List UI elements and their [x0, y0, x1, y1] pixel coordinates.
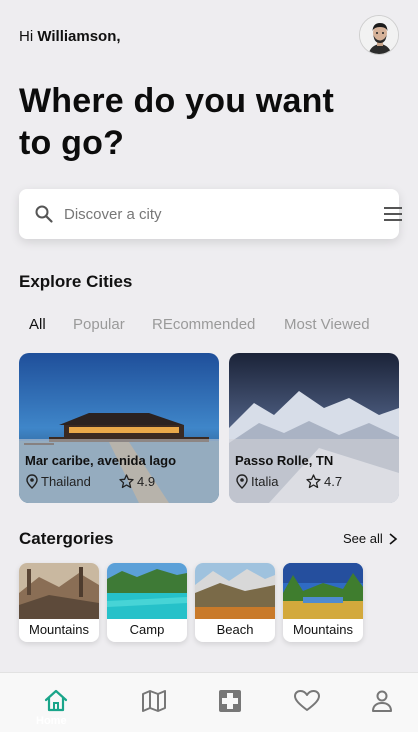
- tab-all[interactable]: All: [29, 316, 46, 333]
- explore-cities-title: Explore Cities: [19, 272, 133, 291]
- location-pin-icon: [26, 474, 38, 489]
- category-label: Beach: [216, 622, 254, 637]
- tab-popular[interactable]: Popular: [73, 316, 125, 333]
- category-card[interactable]: Mountains: [283, 563, 363, 642]
- nav-profile[interactable]: [366, 683, 396, 723]
- plus-square-icon: [219, 690, 241, 712]
- greeting-prefix: Hi: [19, 28, 38, 45]
- category-photo-beach: [195, 563, 275, 619]
- city-name: Mar caribe, avenida lago: [25, 453, 177, 468]
- city-location: Thailand: [26, 474, 91, 489]
- star-icon: [119, 474, 134, 489]
- city-rating-value: 4.7: [324, 474, 343, 489]
- user-name: Williamson,: [37, 28, 121, 45]
- chevron-right-icon: [389, 532, 397, 545]
- category-label: Camp: [129, 622, 165, 637]
- category-photo-mountains: [19, 563, 99, 619]
- city-rating: 4.7: [306, 474, 342, 489]
- category-photo-lake: [283, 563, 363, 619]
- search-input[interactable]: [64, 201, 344, 227]
- city-rating: 4.9: [119, 474, 155, 489]
- nav-favorites[interactable]: [290, 683, 320, 723]
- user-icon: [372, 690, 392, 712]
- nav-add[interactable]: [214, 683, 244, 723]
- city-location-text: Italia: [251, 474, 279, 489]
- city-location: Italia: [236, 474, 278, 489]
- categories-title: Catergories: [19, 529, 114, 548]
- category-card[interactable]: Mountains: [19, 563, 99, 642]
- card-info-overlay: [19, 439, 219, 503]
- headline-line-1: Where do you want: [19, 82, 335, 120]
- greeting: Hi Williamson,: [19, 28, 121, 45]
- location-pin-icon: [236, 474, 248, 489]
- see-all-link[interactable]: See all: [343, 531, 399, 546]
- star-icon: [306, 474, 321, 489]
- home-icon: [44, 689, 68, 712]
- see-all-label: See all: [343, 531, 383, 546]
- nav-home-label: Home: [36, 715, 67, 727]
- avatar-portrait: [360, 16, 398, 54]
- city-name: Passo Rolle, TN: [235, 453, 334, 468]
- city-card[interactable]: Mar caribe, avenida lago Thailand 4.9: [19, 353, 219, 503]
- headline-line-2: to go?: [19, 124, 125, 162]
- heart-icon: [294, 690, 320, 711]
- bottom-navigation: Home: [0, 672, 418, 732]
- avatar[interactable]: [359, 15, 399, 55]
- category-label: Mountains: [29, 622, 89, 637]
- tab-most-viewed[interactable]: Most Viewed: [284, 316, 370, 333]
- city-rating-value: 4.9: [137, 474, 156, 489]
- nav-home[interactable]: Home: [36, 683, 80, 727]
- map-icon: [142, 690, 166, 712]
- card-info-overlay: [229, 439, 399, 503]
- nav-map[interactable]: [138, 683, 168, 723]
- filter-menu-icon[interactable]: [382, 206, 404, 222]
- tab-recommended[interactable]: REcommended: [152, 316, 255, 333]
- search-icon: [35, 205, 53, 223]
- category-card[interactable]: Beach: [195, 563, 275, 642]
- search-bar: [19, 189, 402, 239]
- category-photo-camp: [107, 563, 187, 619]
- page-title: Where do you want to go?: [19, 80, 399, 164]
- category-card[interactable]: Camp: [107, 563, 187, 642]
- category-label: Mountains: [293, 622, 353, 637]
- city-card[interactable]: Passo Rolle, TN Italia 4.7: [229, 353, 399, 503]
- city-location-text: Thailand: [41, 474, 91, 489]
